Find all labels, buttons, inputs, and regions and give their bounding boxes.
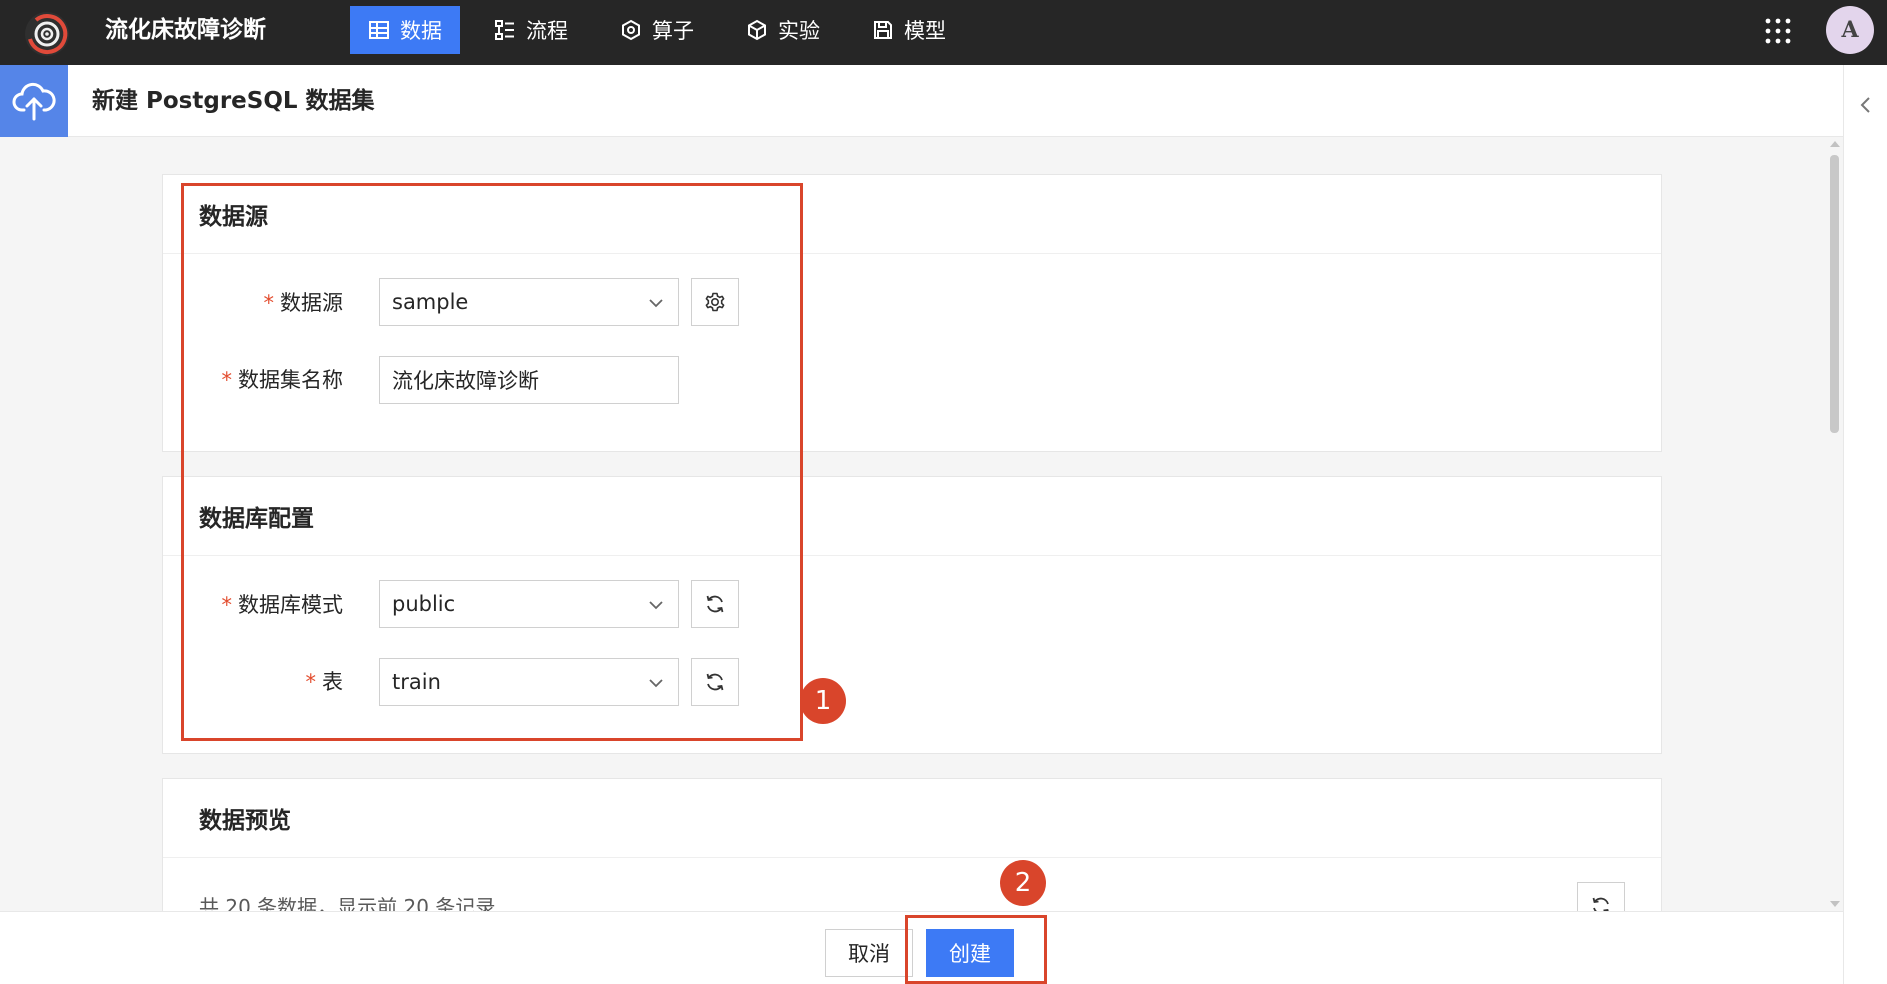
nav-item-data[interactable]: 数据: [350, 6, 460, 54]
top-navigation-bar: 流化床故障诊断 数据 流程 算子 实验 模型 A: [0, 0, 1887, 65]
vertical-scrollbar[interactable]: [1826, 137, 1843, 911]
apps-grid-icon[interactable]: [1764, 17, 1792, 45]
nav-item-label: 数据: [400, 19, 442, 43]
annotation-badge-1: 1: [800, 678, 846, 724]
cancel-button[interactable]: 取消: [825, 929, 913, 977]
right-side-panel: [1843, 65, 1887, 984]
operator-icon: [622, 19, 640, 41]
nav-item-operator[interactable]: 算子: [602, 6, 712, 54]
annotation-badge-2: 2: [1000, 860, 1046, 906]
nav-item-label: 实验: [778, 19, 820, 43]
nav-item-experiment[interactable]: 实验: [728, 6, 838, 54]
nav-item-model[interactable]: 模型: [854, 6, 964, 54]
chevron-left-icon[interactable]: [1858, 95, 1874, 115]
page-title: 新建 PostgreSQL 数据集: [92, 88, 375, 114]
scrollbar-thumb[interactable]: [1830, 155, 1839, 433]
page-header: 新建 PostgreSQL 数据集: [0, 65, 1843, 137]
cube-icon: [748, 19, 766, 41]
user-avatar[interactable]: A: [1826, 6, 1874, 54]
annotation-highlight-create: [905, 915, 1047, 984]
annotation-highlight-form: [181, 183, 803, 741]
scroll-up-arrow-icon[interactable]: [1830, 141, 1840, 147]
data-preview-section-title: 数据预览: [199, 808, 291, 834]
nav-item-flow[interactable]: 流程: [476, 6, 586, 54]
app-logo-icon[interactable]: [22, 9, 72, 59]
scroll-down-arrow-icon[interactable]: [1830, 901, 1840, 907]
cloud-upload-icon: [0, 65, 68, 137]
nav-item-label: 流程: [526, 19, 568, 43]
table-icon: [369, 21, 389, 39]
divider: [163, 857, 1661, 858]
nav-item-label: 模型: [904, 19, 946, 43]
nav-item-label: 算子: [652, 19, 694, 43]
flow-icon: [495, 20, 514, 40]
save-icon: [874, 21, 892, 39]
app-title: 流化床故障诊断: [105, 17, 266, 43]
